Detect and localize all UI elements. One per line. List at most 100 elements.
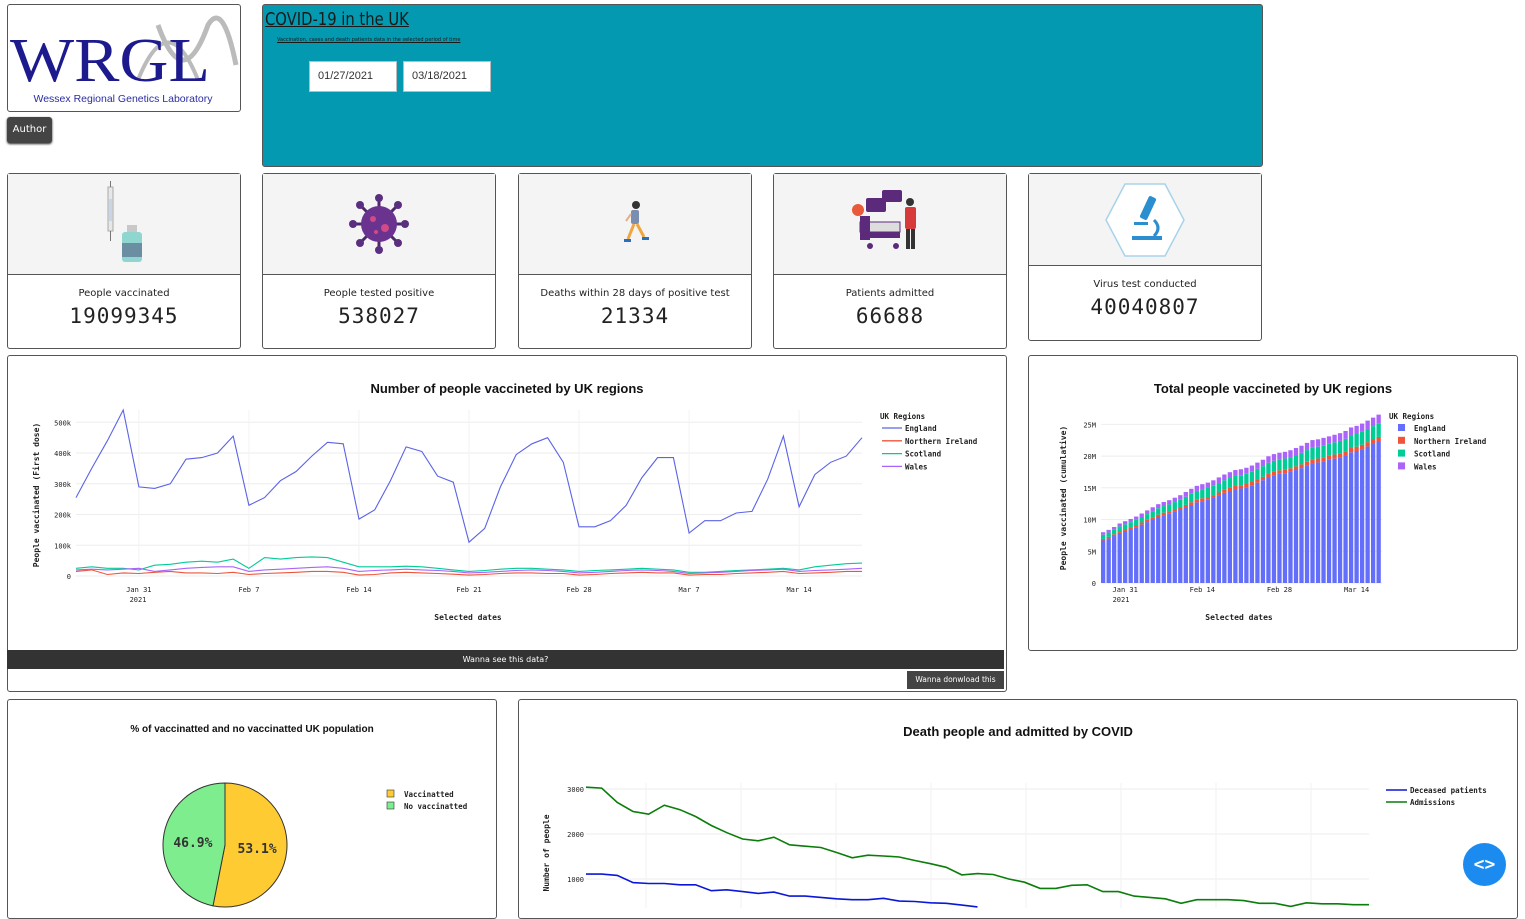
bar-segment xyxy=(1244,467,1249,474)
bar-segment xyxy=(1106,532,1111,537)
x-tick-label: Feb 21 xyxy=(456,586,481,594)
bar-segment xyxy=(1304,461,1310,466)
page-subtitle[interactable]: Vaccination, cases and death patients da… xyxy=(277,37,460,43)
author-button[interactable]: Author xyxy=(7,117,52,143)
see-data-toggle[interactable]: Wanna see this data? xyxy=(7,650,1004,669)
bar-segment xyxy=(1376,423,1381,437)
bar-segment xyxy=(1299,445,1304,453)
bar-segment xyxy=(1277,452,1282,460)
bar-segment xyxy=(1161,501,1166,507)
bar-segment xyxy=(1222,474,1227,481)
bar-segment xyxy=(1167,500,1172,505)
bar-segment xyxy=(1178,507,1183,511)
bar-segment xyxy=(1150,517,1155,520)
bar-segment xyxy=(1128,529,1133,583)
bar-segment xyxy=(1365,428,1370,443)
bar-segment xyxy=(1376,441,1381,583)
bar-segment xyxy=(1376,414,1381,424)
bar-chart-title: Total people vaccineted by UK regions xyxy=(1153,381,1393,396)
bar-segment xyxy=(1178,510,1183,583)
bar-segment xyxy=(1304,465,1310,583)
bar-segment xyxy=(1299,468,1304,583)
x-tick-label: Mar 7 xyxy=(679,586,700,594)
bar-segment xyxy=(1293,470,1299,583)
bar-segment xyxy=(1282,469,1288,474)
bar-segment xyxy=(1321,437,1326,446)
code-toggle-button[interactable]: <> xyxy=(1463,843,1506,886)
bar-segment xyxy=(1288,471,1293,583)
virus-icon xyxy=(349,194,409,254)
x-tick-label: Feb 28 xyxy=(566,586,591,594)
legend-title: UK Regions xyxy=(880,412,925,421)
logo-card: WRGL Wessex Regional Genetics Laboratory xyxy=(7,4,241,112)
legend-swatch xyxy=(1398,449,1405,457)
bar-segment xyxy=(1238,469,1244,476)
bar-segment xyxy=(1277,470,1282,474)
legend-swatch xyxy=(1398,462,1405,470)
bar-segment xyxy=(1150,507,1155,512)
bar-segment xyxy=(1216,492,1222,496)
bar-segment xyxy=(1183,496,1188,505)
bar-segment xyxy=(1189,493,1194,503)
bar-segment xyxy=(1260,459,1266,467)
legend-label: Scotland xyxy=(905,450,941,459)
bar-segment xyxy=(1293,455,1299,467)
bar-segment xyxy=(1365,420,1370,429)
bar-segment xyxy=(1332,454,1337,459)
bar-segment xyxy=(1161,512,1166,516)
microscope-icon xyxy=(1105,182,1185,257)
bar-segment xyxy=(1282,458,1288,470)
y-tick-label: 3000 xyxy=(567,786,584,794)
bar-segment xyxy=(1354,425,1359,434)
bar-segment xyxy=(1332,442,1337,455)
bar-segment xyxy=(1183,507,1188,583)
bar-segment xyxy=(1161,515,1166,583)
bar-segment xyxy=(1227,490,1233,583)
bar-segment xyxy=(1315,446,1321,459)
legend-swatch xyxy=(386,801,395,810)
y-tick-label: 15M xyxy=(1083,485,1096,493)
bar-segment xyxy=(1233,475,1238,486)
download-data-button[interactable]: Wanna donwload this data xyxy=(907,671,1004,702)
bar-segment xyxy=(1128,522,1133,528)
bar-segment xyxy=(1288,450,1293,458)
bar-segment xyxy=(1123,524,1128,530)
start-date-input[interactable]: 01/27/2021 xyxy=(309,61,397,92)
x-tick-label: Mar 14 xyxy=(1344,586,1369,594)
bar-segment xyxy=(1167,504,1172,512)
bar-segment xyxy=(1255,462,1260,469)
stat-value: 21334 xyxy=(600,304,670,328)
bar-segment xyxy=(1304,442,1310,451)
end-date-input[interactable]: 03/18/2021 xyxy=(403,61,491,92)
bar-segment xyxy=(1299,452,1304,465)
bar-segment xyxy=(1222,480,1227,490)
bar-segment xyxy=(1178,495,1183,500)
bar-segment xyxy=(1189,488,1194,494)
bar-segment xyxy=(1200,489,1205,499)
legend-label: Northern Ireland xyxy=(1414,437,1486,446)
bar-segment xyxy=(1183,504,1188,508)
bar-segment xyxy=(1249,465,1255,472)
bar-segment xyxy=(1161,506,1166,513)
legend-label: Northern Ireland xyxy=(905,437,977,446)
bar-segment xyxy=(1101,538,1106,541)
bar-segment xyxy=(1365,446,1370,583)
bar-segment xyxy=(1260,480,1266,583)
bar-segment xyxy=(1326,455,1332,460)
legend-label: Wales xyxy=(1414,462,1437,471)
pie-chart-title: % of vaccinatted and no vaccinatted UK p… xyxy=(130,724,374,735)
bar-segment xyxy=(1145,522,1150,583)
x-tick-label: Feb 7 xyxy=(238,586,259,594)
bar-segment xyxy=(1205,487,1210,498)
bar-segment xyxy=(1134,527,1139,583)
page-title[interactable]: COVID-19 in the UK xyxy=(265,9,409,30)
bar-segment xyxy=(1282,451,1288,459)
pie-slice-label: 46.9% xyxy=(173,836,212,851)
bar-segment xyxy=(1315,458,1321,463)
bar-segment xyxy=(1222,492,1227,583)
x-tick-label: Jan 31 xyxy=(126,586,151,594)
bar-segment xyxy=(1233,485,1238,490)
bar-segment xyxy=(1348,452,1354,583)
bar-segment xyxy=(1167,513,1172,583)
bar-segment xyxy=(1123,530,1128,583)
